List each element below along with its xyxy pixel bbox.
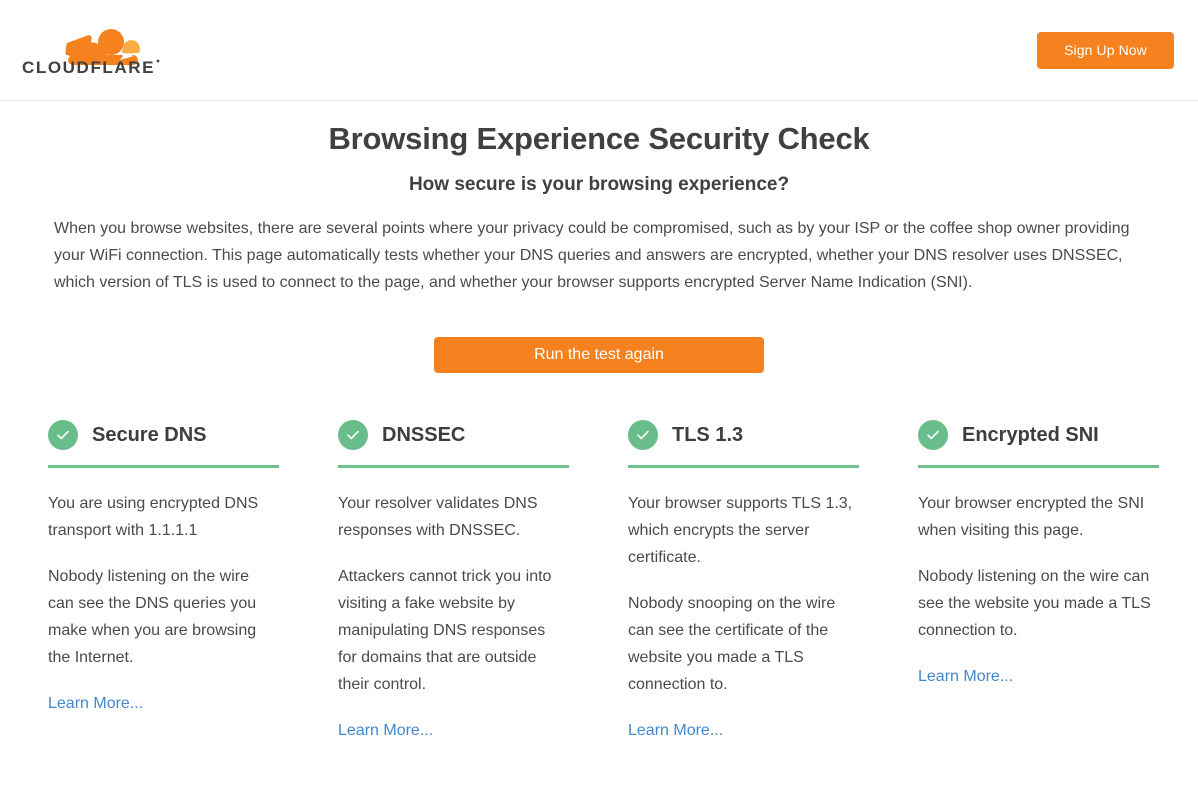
check-circle-icon	[918, 420, 948, 450]
result-paragraph-2: Attackers cannot trick you into visiting…	[338, 568, 552, 693]
learn-more-link[interactable]: Learn More...	[48, 695, 143, 713]
learn-more-link[interactable]: Learn More...	[338, 722, 433, 740]
result-card-secure-dns: Secure DNS You are using encrypted DNS t…	[48, 417, 338, 740]
result-header: Encrypted SNI	[918, 417, 1159, 453]
result-paragraph-1: Your resolver validates DNS responses wi…	[338, 495, 538, 539]
result-body: Your browser encrypted the SNI when visi…	[918, 490, 1159, 644]
result-paragraph-2: Nobody listening on the wire can see the…	[48, 568, 257, 666]
result-title: Encrypted SNI	[962, 423, 1099, 446]
check-circle-icon	[628, 420, 658, 450]
result-paragraph-1: You are using encrypted DNS transport wi…	[48, 495, 259, 539]
result-body: Your browser supports TLS 1.3, which enc…	[628, 490, 858, 698]
learn-more-link[interactable]: Learn More...	[628, 722, 723, 740]
security-check-page: CLOUDFLARE Sign Up Now Browsing Experien…	[0, 0, 1198, 791]
run-the-test-again-button[interactable]: Run the test again	[434, 337, 764, 373]
result-title: TLS 1.3	[672, 423, 744, 446]
result-divider	[48, 465, 279, 468]
result-card-encrypted-sni: Encrypted SNI Your browser encrypted the…	[918, 417, 1169, 740]
check-circle-icon	[338, 420, 368, 450]
result-body: You are using encrypted DNS transport wi…	[48, 490, 278, 671]
result-card-dnssec: DNSSEC Your resolver validates DNS respo…	[338, 417, 628, 740]
result-paragraph-1: Your browser supports TLS 1.3, which enc…	[628, 495, 853, 566]
check-circle-icon	[48, 420, 78, 450]
result-body: Your resolver validates DNS responses wi…	[338, 490, 568, 698]
result-divider	[628, 465, 859, 468]
results-grid: Secure DNS You are using encrypted DNS t…	[0, 417, 1198, 740]
result-title: Secure DNS	[92, 423, 207, 446]
page-subtitle: How secure is your browsing experience?	[408, 174, 790, 195]
intro-paragraph: When you browse websites, there are seve…	[54, 220, 1130, 291]
result-header: TLS 1.3	[628, 417, 858, 453]
result-paragraph-2: Nobody snooping on the wire can see the …	[628, 595, 836, 693]
result-card-tls-13: TLS 1.3 Your browser supports TLS 1.3, w…	[628, 417, 918, 740]
result-paragraph-2: Nobody listening on the wire can see the…	[918, 568, 1151, 639]
svg-text:CLOUDFLARE: CLOUDFLARE	[22, 58, 155, 77]
learn-more-link[interactable]: Learn More...	[918, 668, 1013, 686]
result-header: Secure DNS	[48, 417, 278, 453]
result-divider	[338, 465, 569, 468]
result-divider	[918, 465, 1159, 468]
result-title: DNSSEC	[382, 423, 466, 446]
page-title: Browsing Experience Security Check	[328, 121, 870, 156]
result-header: DNSSEC	[338, 417, 568, 453]
cloudflare-wordmark: CLOUDFLARE	[22, 58, 160, 77]
sign-up-now-button[interactable]: Sign Up Now	[1037, 31, 1174, 69]
site-header: CLOUDFLARE Sign Up Now	[0, 0, 1198, 101]
result-paragraph-1: Your browser encrypted the SNI when visi…	[918, 495, 1145, 539]
run-test-row: Run the test again	[0, 337, 1198, 373]
cloudflare-logo[interactable]: CLOUDFLARE	[22, 22, 182, 78]
